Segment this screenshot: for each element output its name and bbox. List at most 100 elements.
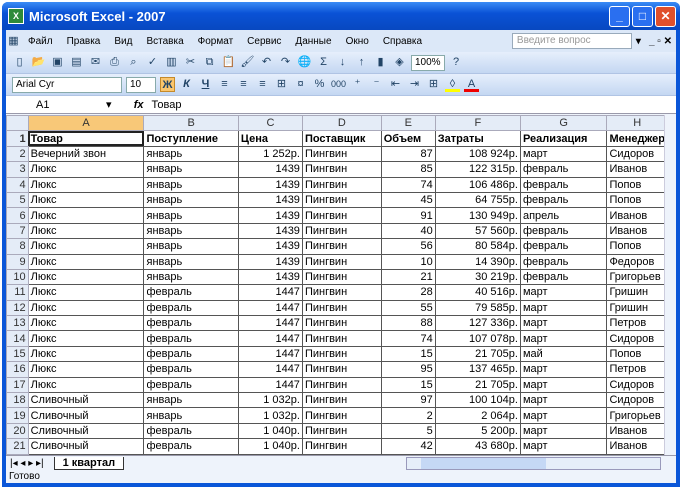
cell-G19[interactable]: март — [519, 407, 608, 424]
cell-G15[interactable]: май — [519, 345, 608, 363]
cell-B13[interactable]: февраль — [143, 315, 239, 332]
cell-A6[interactable]: Люкс — [27, 207, 145, 224]
cell-E2[interactable]: 87 — [380, 145, 436, 163]
cell-F7[interactable]: 57 560р. — [434, 222, 521, 240]
cell-B20[interactable]: февраль — [143, 422, 239, 440]
row-header[interactable]: 7 — [6, 222, 29, 240]
cell-E5[interactable]: 45 — [380, 191, 436, 209]
cell-B14[interactable]: февраль — [143, 330, 239, 347]
menu-edit[interactable]: Правка — [60, 36, 108, 47]
cell-F4[interactable]: 106 486р. — [434, 176, 521, 193]
cell-H18[interactable]: Сидоров — [606, 392, 668, 409]
cell-B17[interactable]: февраль — [143, 376, 239, 394]
row-header[interactable]: 20 — [6, 422, 29, 440]
cell-C18[interactable]: 1 032р. — [237, 392, 303, 409]
cell-F9[interactable]: 14 390р. — [434, 253, 521, 270]
column-header-D[interactable]: D — [301, 115, 382, 132]
cell-E16[interactable]: 95 — [380, 361, 436, 378]
increase-decimal-icon[interactable]: ⁺ — [350, 77, 365, 92]
maximize-button[interactable]: □ — [632, 6, 653, 27]
row-header[interactable]: 4 — [6, 176, 29, 193]
menu-help[interactable]: Справка — [376, 36, 429, 47]
column-header-H[interactable]: H — [606, 115, 668, 132]
cell-C14[interactable]: 1447 — [237, 330, 303, 347]
borders-icon[interactable]: ⊞ — [426, 77, 441, 92]
cell-H3[interactable]: Иванов — [606, 161, 668, 178]
percent-button[interactable]: % — [312, 77, 327, 92]
cell-F17[interactable]: 21 705р. — [434, 376, 521, 394]
cell-G3[interactable]: февраль — [519, 161, 608, 178]
cell-A20[interactable]: Сливочный — [27, 422, 145, 440]
cell-C9[interactable]: 1439 — [237, 253, 303, 270]
chart-wizard-icon[interactable]: ▮ — [373, 55, 388, 70]
help-search-input[interactable]: Введите вопрос — [511, 33, 632, 49]
cell-C16[interactable]: 1447 — [237, 361, 303, 378]
menu-data[interactable]: Данные — [288, 36, 338, 47]
menu-tools[interactable]: Сервис — [240, 36, 288, 47]
cell-G10[interactable]: февраль — [519, 268, 608, 286]
cell-D6[interactable]: Пингвин — [301, 207, 382, 224]
cell-E1[interactable]: Объем — [380, 130, 436, 147]
cell-C20[interactable]: 1 040р. — [237, 422, 303, 440]
cell-E6[interactable]: 91 — [380, 207, 436, 224]
cell-A17[interactable]: Люкс — [27, 376, 145, 394]
format-painter-icon[interactable]: 🖌 — [240, 55, 255, 70]
cell-C15[interactable]: 1447 — [237, 345, 303, 363]
sheet-tab-1[interactable]: 1 квартал — [53, 457, 125, 470]
cell-H10[interactable]: Григорьев — [606, 268, 668, 286]
cell-E10[interactable]: 21 — [380, 268, 436, 286]
cell-B3[interactable]: январь — [143, 161, 239, 178]
cell-B11[interactable]: февраль — [143, 284, 239, 301]
cell-D21[interactable]: Пингвин — [301, 438, 382, 455]
cell-H17[interactable]: Сидоров — [606, 376, 668, 394]
drawing-icon[interactable]: ◈ — [392, 55, 407, 70]
cell-F16[interactable]: 137 465р. — [434, 361, 521, 378]
cell-H19[interactable]: Григорьев — [606, 407, 668, 424]
cell-G2[interactable]: март — [519, 145, 608, 163]
cell-A16[interactable]: Люкс — [27, 361, 145, 378]
cell-G14[interactable]: март — [519, 330, 608, 347]
cell-D14[interactable]: Пингвин — [301, 330, 382, 347]
cell-G11[interactable]: март — [519, 284, 608, 301]
row-header[interactable]: 3 — [6, 161, 29, 178]
cell-D17[interactable]: Пингвин — [301, 376, 382, 394]
horizontal-scrollbar[interactable] — [406, 457, 661, 470]
row-header[interactable]: 17 — [6, 376, 29, 394]
cell-B19[interactable]: январь — [143, 407, 239, 424]
menu-format[interactable]: Формат — [191, 36, 241, 47]
redo-icon[interactable]: ↷ — [278, 55, 293, 70]
cell-D19[interactable]: Пингвин — [301, 407, 382, 424]
row-header[interactable]: 11 — [6, 284, 29, 301]
cell-D4[interactable]: Пингвин — [301, 176, 382, 193]
cell-E12[interactable]: 55 — [380, 299, 436, 317]
cut-icon[interactable]: ✂ — [183, 55, 198, 70]
cell-H9[interactable]: Федоров — [606, 253, 668, 270]
sheet-nav-buttons[interactable]: |◂ ◂ ▸ ▸| — [6, 458, 48, 469]
cell-G4[interactable]: февраль — [519, 176, 608, 193]
cell-F19[interactable]: 2 064р. — [434, 407, 521, 424]
cell-H12[interactable]: Гришин — [606, 299, 668, 317]
cell-B12[interactable]: февраль — [143, 299, 239, 317]
print-preview-icon[interactable]: ⌕ — [126, 55, 141, 70]
undo-icon[interactable]: ↶ — [259, 55, 274, 70]
cell-H5[interactable]: Попов — [606, 191, 668, 209]
cell-E3[interactable]: 85 — [380, 161, 436, 178]
cell-D8[interactable]: Пингвин — [301, 238, 382, 255]
cell-B7[interactable]: январь — [143, 222, 239, 240]
cell-C19[interactable]: 1 032р. — [237, 407, 303, 424]
cell-A8[interactable]: Люкс — [27, 238, 145, 255]
cell-D2[interactable]: Пингвин — [301, 145, 382, 163]
cell-C5[interactable]: 1439 — [237, 191, 303, 209]
cell-H2[interactable]: Сидоров — [606, 145, 668, 163]
cell-A5[interactable]: Люкс — [27, 191, 145, 209]
cell-A9[interactable]: Люкс — [27, 253, 145, 270]
cell-C7[interactable]: 1439 — [237, 222, 303, 240]
column-header-F[interactable]: F — [434, 115, 521, 132]
cell-F15[interactable]: 21 705р. — [434, 345, 521, 363]
cell-C21[interactable]: 1 040р. — [237, 438, 303, 455]
formula-input[interactable]: Товар — [152, 99, 182, 111]
cell-G6[interactable]: апрель — [519, 207, 608, 224]
cell-D10[interactable]: Пингвин — [301, 268, 382, 286]
cell-F20[interactable]: 5 200р. — [434, 422, 521, 440]
cell-D11[interactable]: Пингвин — [301, 284, 382, 301]
